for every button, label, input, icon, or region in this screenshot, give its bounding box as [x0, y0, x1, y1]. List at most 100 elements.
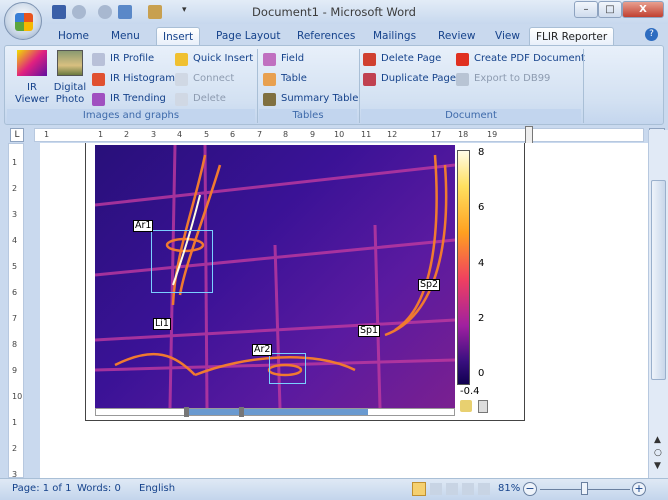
overlay-label[interactable]: Sp2 — [418, 279, 441, 291]
full-screen-reading-icon[interactable] — [430, 483, 442, 495]
thermal-image[interactable]: Ar1 Li1 Sp2 Sp1 Ar2 — [95, 145, 455, 408]
database-icon — [456, 73, 469, 86]
range-handle-left[interactable] — [184, 407, 189, 417]
save-icon[interactable] — [52, 5, 66, 19]
table-button[interactable]: Table — [263, 71, 307, 87]
outline-view-icon[interactable] — [462, 483, 474, 495]
scroll-thumb[interactable] — [651, 180, 666, 380]
ribbon-tabs: Home Menu Insert Page Layout References … — [0, 24, 668, 46]
range-handle-right[interactable] — [239, 407, 244, 417]
export-db99-button[interactable]: Export to DB99 — [456, 71, 550, 87]
ir-trending-icon — [92, 93, 105, 106]
scale-label: 4 — [478, 258, 485, 269]
vertical-ruler[interactable]: 1 2 3 4 5 6 7 8 9 10 1 2 3 — [8, 143, 24, 479]
ruler-number: 5 — [204, 130, 210, 139]
duplicate-page-icon — [363, 73, 376, 86]
print-layout-view-icon[interactable] — [412, 482, 426, 496]
ir-viewer-button[interactable]: IR Viewer — [11, 50, 53, 106]
ruler-number: 10 — [334, 130, 345, 139]
group-label-document: Document — [361, 109, 581, 124]
create-pdf-button[interactable]: Create PDF Document — [456, 51, 585, 67]
tab-view[interactable]: View — [489, 27, 526, 46]
next-page-icon[interactable]: ▼ — [654, 461, 661, 471]
horizontal-ruler[interactable]: 1 1 2 3 4 5 6 7 8 9 10 11 12 17 18 19 — [34, 126, 644, 144]
language[interactable]: English — [139, 483, 175, 494]
ruler-number: 17 — [431, 130, 442, 139]
maximize-button[interactable]: □ — [598, 1, 622, 18]
quick-insert-button[interactable]: Quick Insert — [175, 51, 253, 67]
delete-button[interactable]: Delete — [175, 91, 226, 107]
ruler-number: 6 — [12, 288, 18, 297]
image-scrollbar[interactable] — [95, 407, 455, 417]
tab-selector-button[interactable]: L — [10, 128, 24, 142]
word-count[interactable]: Words: 0 — [77, 483, 121, 494]
speaker-icon[interactable] — [460, 400, 472, 412]
ruler-number: 1 — [12, 158, 18, 167]
ruler-number: 11 — [361, 130, 372, 139]
minimize-button[interactable]: – — [574, 1, 598, 18]
zoom-slider-thumb[interactable] — [581, 482, 588, 495]
image-scroll-thumb[interactable] — [188, 409, 368, 415]
office-logo-icon — [15, 13, 33, 31]
tab-menu[interactable]: Menu — [105, 27, 146, 46]
zoom-out-icon[interactable]: − — [523, 482, 537, 496]
delete-page-button[interactable]: Delete Page — [363, 51, 441, 67]
stamp-icon[interactable] — [148, 5, 162, 19]
create-pdf-label: Create PDF Document — [474, 53, 585, 64]
web-layout-icon[interactable] — [446, 483, 458, 495]
overlay-label[interactable]: Sp1 — [358, 325, 381, 337]
scale-label: 6 — [478, 202, 485, 213]
ruler-number: 7 — [257, 130, 263, 139]
digital-photo-icon — [57, 50, 83, 76]
indent-marker[interactable] — [525, 126, 533, 144]
undo-icon[interactable] — [72, 5, 86, 19]
group-label-tables: Tables — [259, 109, 357, 124]
connect-button[interactable]: Connect — [175, 71, 234, 87]
ir-histogram-button[interactable]: IR Histogram — [92, 71, 175, 87]
field-icon — [263, 53, 276, 66]
draft-view-icon[interactable] — [478, 483, 490, 495]
duplicate-page-button[interactable]: Duplicate Page — [363, 71, 456, 87]
table-icon — [263, 73, 276, 86]
previous-page-icon[interactable]: ▲ — [654, 435, 661, 445]
ir-profile-label: IR Profile — [110, 53, 155, 64]
page-icon[interactable] — [478, 400, 488, 413]
area-box-ar2[interactable] — [269, 353, 306, 384]
group-divider — [359, 49, 360, 123]
office-button[interactable] — [4, 2, 42, 40]
paste-icon[interactable] — [118, 5, 132, 19]
tab-flir-reporter[interactable]: FLIR Reporter — [529, 27, 615, 46]
tab-mailings[interactable]: Mailings — [367, 27, 422, 46]
tab-page-layout[interactable]: Page Layout — [210, 27, 286, 46]
ir-profile-button[interactable]: IR Profile — [92, 51, 154, 67]
help-icon[interactable]: ? — [645, 28, 658, 41]
ir-profile-icon — [92, 53, 105, 66]
overlay-label[interactable]: Ar1 — [133, 220, 154, 232]
customize-icon[interactable]: ▾ — [182, 5, 190, 19]
zoom-level[interactable]: 81% — [498, 483, 520, 494]
redo-icon[interactable] — [98, 5, 112, 19]
zoom-in-icon[interactable]: + — [632, 482, 646, 496]
area-box-ar1[interactable] — [151, 230, 213, 293]
overlay-label[interactable]: Ar2 — [252, 344, 273, 356]
overlay-label[interactable]: Li1 — [153, 318, 171, 330]
vertical-scrollbar[interactable]: ▲ ○ ▼ — [648, 130, 668, 478]
tab-references[interactable]: References — [291, 27, 361, 46]
field-button[interactable]: Field — [263, 51, 304, 67]
digital-photo-button[interactable]: Digital Photo — [53, 50, 87, 106]
group-divider — [583, 49, 584, 123]
select-browse-object-icon[interactable]: ○ — [654, 448, 662, 458]
ruler-number: 18 — [458, 130, 469, 139]
summary-table-button[interactable]: Summary Table — [263, 91, 358, 107]
ir-trending-button[interactable]: IR Trending — [92, 91, 166, 107]
tab-home[interactable]: Home — [52, 27, 95, 46]
tab-review[interactable]: Review — [432, 27, 481, 46]
group-divider — [257, 49, 258, 123]
ruler-number: 1 — [98, 130, 104, 139]
close-button[interactable]: X — [622, 1, 664, 18]
ruler-number: 9 — [310, 130, 316, 139]
ir-trending-label: IR Trending — [110, 93, 166, 104]
ruler-number: 19 — [487, 130, 498, 139]
page-count[interactable]: Page: 1 of 1 — [12, 483, 71, 494]
tab-insert[interactable]: Insert — [156, 27, 201, 46]
